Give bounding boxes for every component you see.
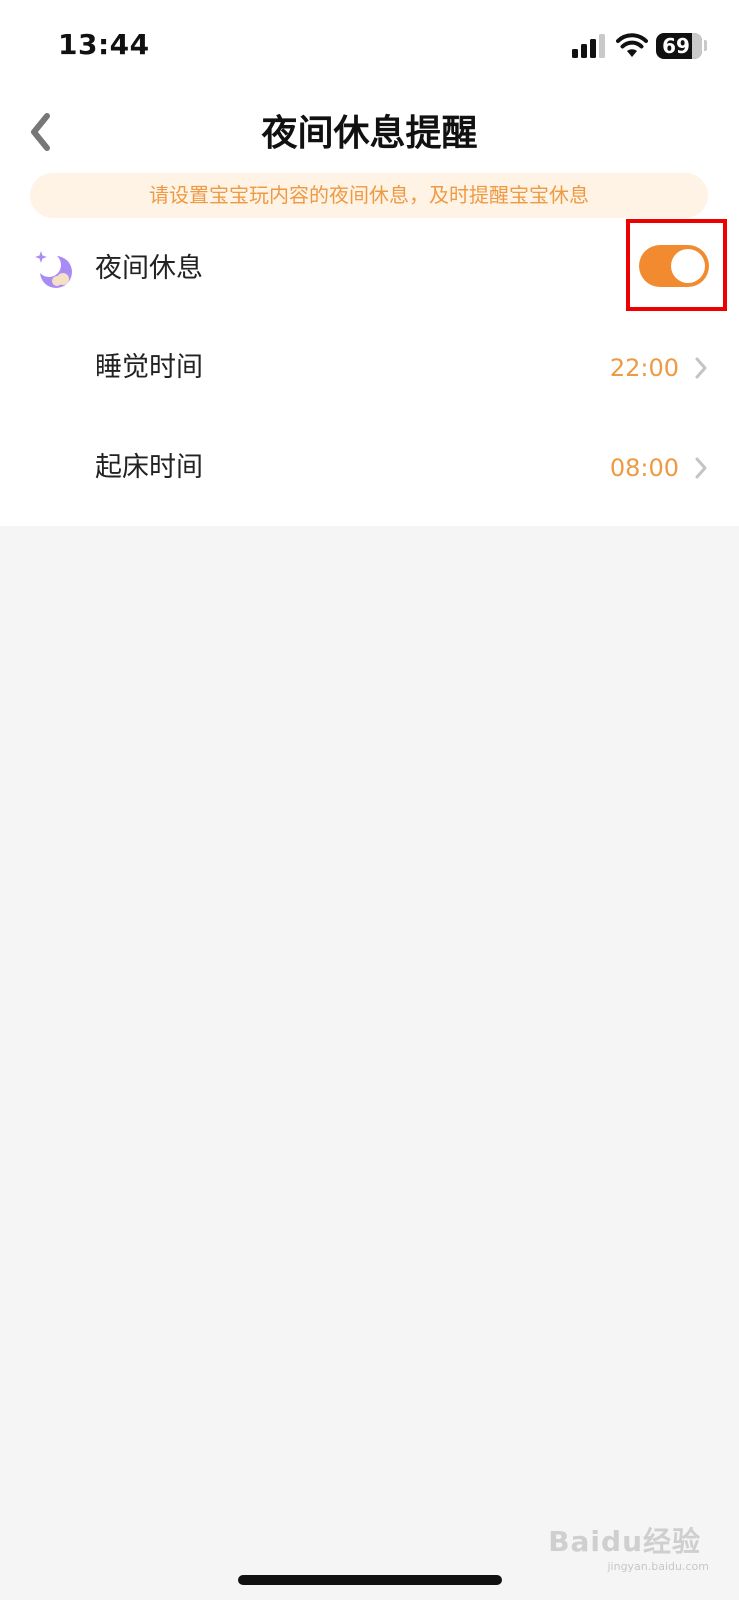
moon-icon — [33, 249, 75, 291]
sleep-time-label: 睡觉时间 — [95, 352, 203, 383]
screen: 13:44 69 夜间休息提醒 请设置宝宝玩内容的夜间休息，及时提醒宝宝休息 夜… — [0, 0, 739, 1600]
signal-icon — [572, 34, 606, 58]
battery-icon: 69 — [656, 33, 702, 59]
home-indicator[interactable] — [238, 1575, 502, 1585]
status-bar: 13:44 69 — [0, 0, 739, 90]
watermark-logo: Baidu经验 — [548, 1525, 701, 1558]
sleep-time-row[interactable]: 睡觉时间 22:00 — [0, 318, 739, 418]
watermark-url: jingyan.baidu.com — [607, 1560, 709, 1573]
wifi-icon — [616, 32, 648, 58]
chevron-right-icon — [694, 456, 708, 480]
highlight-box — [626, 219, 727, 311]
sleep-time-value: 22:00 — [609, 354, 679, 382]
notice-banner: 请设置宝宝玩内容的夜间休息，及时提醒宝宝休息 — [30, 173, 708, 218]
wake-time-label: 起床时间 — [95, 452, 203, 483]
wake-time-row[interactable]: 起床时间 08:00 — [0, 418, 739, 518]
battery-tip — [704, 40, 707, 51]
battery-level: 69 — [662, 34, 690, 58]
page-title: 夜间休息提醒 — [261, 113, 478, 154]
status-time: 13:44 — [58, 28, 150, 61]
night-rest-label: 夜间休息 — [95, 253, 203, 284]
chevron-right-icon — [694, 356, 708, 380]
wake-time-value: 08:00 — [609, 454, 679, 482]
